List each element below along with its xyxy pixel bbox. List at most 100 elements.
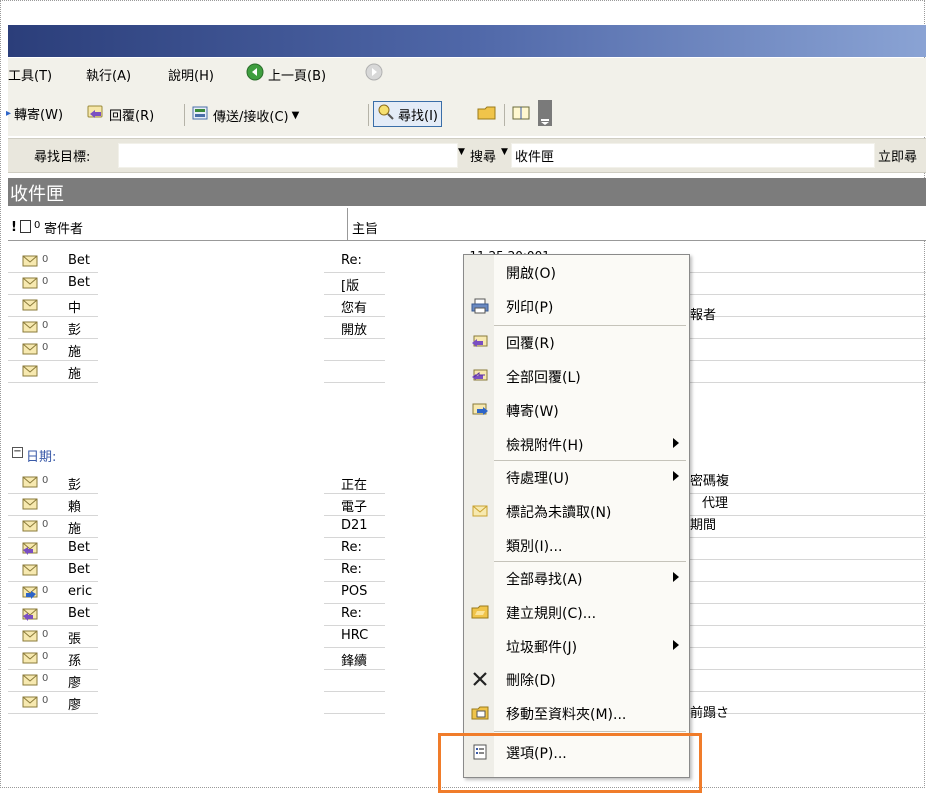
organize-button[interactable] (477, 104, 497, 126)
context-menu-item[interactable]: 檢視附件(H) (464, 429, 689, 459)
message-subject: 您有 (341, 301, 368, 316)
context-menu-item-label: 回覆(R) (506, 336, 555, 352)
context-menu-item[interactable]: 垃圾郵件(J) (464, 631, 689, 661)
context-menu-item[interactable]: 刪除(D) (464, 664, 689, 694)
move-folder-icon (471, 704, 489, 722)
highlight-box (438, 733, 702, 793)
forward-button-label: 轉寄(W) (14, 108, 64, 123)
back-icon[interactable] (246, 63, 264, 85)
read-mail-icon (22, 673, 38, 686)
context-menu-item[interactable]: 開啟(O) (464, 257, 689, 287)
forward-button[interactable]: ▸ 轉寄(W) (6, 104, 63, 123)
toolbar-options-button[interactable] (538, 100, 552, 130)
forward-nav-icon[interactable] (365, 63, 383, 85)
read-mail-icon (22, 475, 38, 488)
message-subject: 電子 (341, 500, 368, 515)
context-menu-item[interactable]: 標記為未讀取(N) (464, 496, 689, 526)
submenu-arrow-icon (673, 471, 679, 481)
message-sender: Bet (68, 606, 91, 621)
context-menu-item[interactable]: 類別(I)... (464, 530, 689, 560)
read-mail-icon (22, 563, 38, 576)
toolbar-options-icon (538, 100, 552, 130)
read-mail-icon (22, 651, 38, 664)
message-sender: Bet (68, 540, 91, 555)
importance-column[interactable]: ! (11, 220, 17, 235)
folder-header: 收件匣 (8, 178, 926, 206)
context-menu-item-label: 標記為未讀取(N) (506, 505, 612, 521)
read-mail-icon (22, 320, 38, 333)
message-sender: 中 (68, 301, 82, 316)
read-mail-icon (22, 364, 38, 377)
send-receive-label: 傳送/接收(C) (213, 109, 289, 125)
chevron-down-icon[interactable]: ▼ (501, 147, 508, 157)
message-subject: Re: (341, 562, 362, 577)
message-sender: 施 (68, 522, 82, 537)
context-menu-item-label: 建立規則(C)... (506, 606, 597, 622)
context-menu-item[interactable]: 建立規則(C)... (464, 597, 689, 627)
forward-icon (471, 401, 489, 419)
organize-icon (477, 104, 497, 126)
search-scope-field[interactable]: 收件匣 (511, 143, 875, 168)
document-icon[interactable] (20, 220, 31, 233)
find-button-label: 尋找(I) (398, 108, 438, 124)
subject-column[interactable]: 主旨 (352, 218, 378, 237)
attachment-icon: 0 (42, 519, 49, 530)
reply-button[interactable]: 回覆(R) (86, 104, 154, 124)
context-menu-item[interactable]: 待處理(U) (464, 462, 689, 492)
context-menu: 開啟(O) 列印(P) 回覆(R) 全部回覆(L) 轉寄(W) 檢視附件(H) 待處理(U)… (463, 254, 690, 778)
submenu-arrow-icon (673, 640, 679, 650)
context-menu-item-label: 全部回覆(L) (506, 370, 581, 386)
folder-title: 收件匣 (10, 184, 64, 205)
window-titlebar (8, 25, 926, 57)
attachment-icon: 0 (42, 475, 49, 486)
search-scope-label[interactable]: 搜尋 (470, 146, 496, 165)
back-button[interactable]: 上一頁(B) (268, 65, 326, 84)
menu-separator (494, 325, 686, 326)
send-receive-button[interactable]: 傳送/接收(C) ▼ (192, 104, 299, 126)
collapse-icon[interactable]: − (12, 447, 23, 458)
attachment-icon: 0 (42, 629, 49, 640)
find-target-input[interactable] (118, 143, 458, 168)
menu-help[interactable]: 說明(H) (168, 65, 214, 84)
subject-fragment: 期間 (690, 518, 717, 533)
find-button[interactable]: 尋找(I) (373, 101, 442, 127)
sender-column[interactable]: 寄件者 (44, 218, 83, 237)
chevron-down-icon[interactable]: ▼ (458, 147, 465, 157)
menu-bar: 工具(T) 執行(A) 說明(H) 上一頁(B) (8, 58, 926, 90)
menu-tools[interactable]: 工具(T) (8, 65, 52, 84)
address-book-icon (511, 104, 531, 126)
message-sender: eric (68, 584, 93, 599)
read-mail-icon (22, 519, 38, 532)
context-menu-item[interactable]: 轉寄(W) (464, 395, 689, 425)
context-menu-item-label: 類別(I)... (506, 539, 563, 555)
menu-separator (494, 731, 686, 732)
attachment-icon: 0 (42, 320, 49, 331)
read-mail-icon (22, 497, 38, 510)
context-menu-item[interactable]: 列印(P) (464, 291, 689, 321)
context-menu-item[interactable]: 回覆(R) (464, 327, 689, 357)
attachment-column-icon[interactable]: 0 (34, 220, 40, 231)
column-divider (347, 208, 348, 240)
message-subject: HRC (341, 628, 369, 643)
context-menu-item-label: 移動至資料夾(M)... (506, 707, 627, 723)
send-receive-icon (192, 104, 210, 126)
message-sender: 施 (68, 345, 82, 360)
context-menu-item-label: 刪除(D) (506, 673, 556, 689)
read-mail-icon (22, 342, 38, 355)
envelope-icon (471, 502, 489, 520)
replied-mail-icon (22, 607, 38, 621)
read-mail-icon (22, 276, 38, 289)
find-now-button[interactable]: 立即尋 (878, 146, 917, 165)
reply-button-label: 回覆(R) (109, 108, 155, 124)
context-menu-item[interactable]: 移動至資料夾(M)... (464, 698, 689, 728)
message-subject: Re: (341, 253, 362, 268)
message-subject: POS (341, 584, 368, 599)
address-book-button[interactable] (511, 104, 531, 126)
message-subject: [版 (341, 279, 360, 294)
context-menu-item[interactable]: 全部回覆(L) (464, 361, 689, 391)
message-sender: Bet (68, 253, 91, 268)
chevron-down-icon[interactable]: ▼ (292, 110, 300, 121)
context-menu-item[interactable]: 全部尋找(A) (464, 563, 689, 593)
menu-separator (494, 561, 686, 562)
menu-actions[interactable]: 執行(A) (86, 65, 131, 84)
